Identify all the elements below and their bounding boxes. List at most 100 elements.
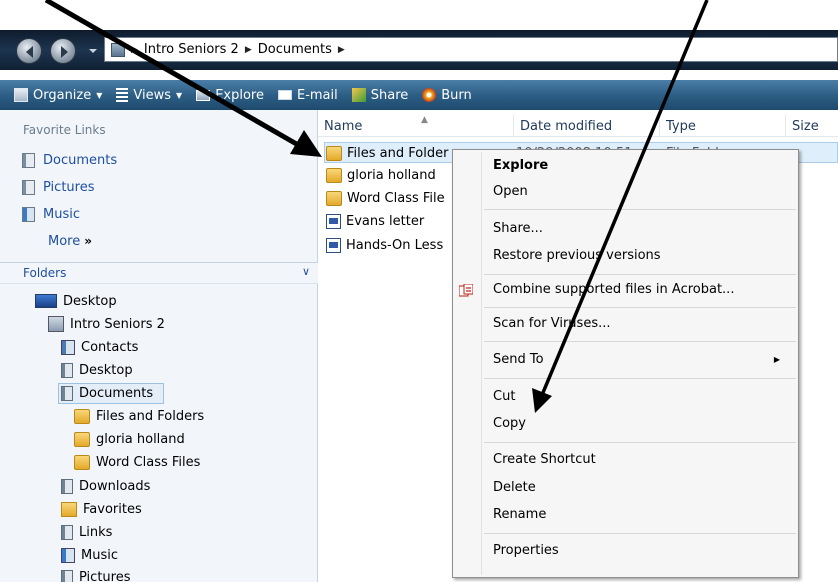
favorite-link-pictures[interactable]: Pictures <box>22 180 94 195</box>
tree-item-intro-seniors-2[interactable]: Intro Seniors 2 <box>48 314 165 334</box>
forward-button[interactable] <box>50 38 76 64</box>
menu-item-send-to[interactable]: Send To <box>493 352 544 367</box>
column-header-type[interactable]: Type <box>660 115 786 137</box>
tree-item-contacts[interactable]: Contacts <box>61 337 138 357</box>
favorite-links-title: Favorite Links <box>23 123 106 137</box>
address-area: ▶ Intro Seniors 2 ▶ Documents ▶ <box>0 0 838 80</box>
pictures-icon <box>22 180 35 195</box>
menu-separator <box>484 307 796 308</box>
column-header-date-modified[interactable]: Date modified <box>514 115 660 137</box>
tree-item-desktop-folder[interactable]: Desktop <box>61 360 133 380</box>
folder-icon <box>74 454 90 470</box>
email-button[interactable]: E-mail <box>277 88 338 103</box>
chevron-double-right-icon: » <box>84 234 92 248</box>
tree-item-gloria-holland[interactable]: gloria holland <box>74 429 185 449</box>
acrobat-icon <box>459 284 473 297</box>
file-row[interactable]: Word Class File <box>326 187 445 209</box>
computer-icon <box>111 42 125 57</box>
column-header-size[interactable]: Size <box>786 115 838 137</box>
menu-icon-gutter <box>481 152 482 575</box>
documents-icon <box>61 385 73 401</box>
menu-item-cut[interactable]: Cut <box>493 389 515 404</box>
sort-ascending-icon: ▲ <box>421 115 428 125</box>
history-dropdown-icon[interactable] <box>88 46 98 56</box>
tree-item-files-and-folders[interactable]: Files and Folders <box>74 406 204 426</box>
tree-item-pictures[interactable]: Pictures <box>61 567 130 582</box>
folders-header[interactable]: Folders ∨ <box>0 262 318 284</box>
file-row[interactable]: Files and Folder 10/29/2008 10:51 File F… <box>326 142 732 164</box>
email-icon <box>277 90 292 100</box>
menu-item-explore[interactable]: Explore <box>493 158 548 173</box>
folder-icon <box>74 431 90 447</box>
explore-icon <box>196 89 211 101</box>
tree-item-desktop[interactable]: Desktop <box>35 291 117 311</box>
burn-button[interactable]: Burn <box>422 88 472 103</box>
organize-button[interactable]: Organize ▼ <box>14 88 102 103</box>
explore-button[interactable]: Explore <box>196 88 264 103</box>
menu-item-properties[interactable]: Properties <box>493 543 559 558</box>
tree-item-downloads[interactable]: Downloads <box>61 476 150 496</box>
desktop-folder-icon <box>61 362 73 378</box>
documents-icon <box>22 153 35 168</box>
menu-item-share[interactable]: Share... <box>493 221 543 236</box>
back-button[interactable] <box>16 38 42 64</box>
folder-icon <box>326 190 342 206</box>
menu-item-combine-in-acrobat[interactable]: Combine supported files in Acrobat... <box>493 282 734 297</box>
folder-icon <box>326 167 342 183</box>
chevron-down-icon: ▼ <box>176 90 183 100</box>
breadcrumb-item[interactable]: Intro Seniors 2 <box>144 42 239 57</box>
menu-item-create-shortcut[interactable]: Create Shortcut <box>493 452 596 467</box>
menu-item-open[interactable]: Open <box>493 184 528 199</box>
music-icon <box>61 547 75 563</box>
favorites-icon <box>61 501 77 517</box>
burn-icon <box>422 88 437 102</box>
breadcrumb-separator-icon: ▶ <box>244 44 252 55</box>
menu-item-copy[interactable]: Copy <box>493 416 526 431</box>
menu-item-scan-for-viruses[interactable]: Scan for Viruses... <box>493 316 611 331</box>
address-bar: ▶ Intro Seniors 2 ▶ Documents ▶ <box>0 30 838 70</box>
menu-separator <box>484 442 796 443</box>
chevron-down-icon: ▼ <box>96 90 103 100</box>
command-toolbar: Organize ▼ Views ▼ Explore E-mail Share … <box>0 80 838 110</box>
menu-separator <box>484 533 796 534</box>
navigation-pane: Favorite Links Documents Pictures Music … <box>0 110 318 582</box>
tree-item-links[interactable]: Links <box>61 522 112 542</box>
menu-separator <box>484 378 796 379</box>
desktop-icon <box>35 294 57 308</box>
tree-item-music[interactable]: Music <box>61 545 118 565</box>
views-icon <box>116 88 129 102</box>
music-icon <box>22 207 35 222</box>
file-row[interactable]: gloria holland <box>326 164 436 186</box>
tree-item-favorites[interactable]: Favorites <box>61 499 142 519</box>
breadcrumb-item[interactable]: Documents <box>258 42 332 57</box>
more-links[interactable]: More» <box>48 234 92 249</box>
menu-item-rename[interactable]: Rename <box>493 507 546 522</box>
column-header-name[interactable]: Name ▲ <box>318 115 514 137</box>
word-doc-icon <box>326 237 341 253</box>
contacts-icon <box>61 339 75 355</box>
tree-item-documents[interactable]: Documents <box>61 383 153 403</box>
share-icon <box>351 88 366 102</box>
folder-icon <box>326 145 342 161</box>
file-row[interactable]: Hands-On Less <box>326 234 443 256</box>
share-button[interactable]: Share <box>351 88 408 103</box>
breadcrumb-separator-icon: ▶ <box>337 44 345 55</box>
favorite-link-documents[interactable]: Documents <box>22 153 117 168</box>
word-doc-icon <box>326 213 341 229</box>
menu-item-restore-previous-versions[interactable]: Restore previous versions <box>493 248 661 263</box>
tree-item-word-class-files[interactable]: Word Class Files <box>74 452 200 472</box>
address-box[interactable]: ▶ Intro Seniors 2 ▶ Documents ▶ <box>104 37 838 62</box>
organize-icon <box>14 88 28 102</box>
favorite-link-music[interactable]: Music <box>22 207 80 222</box>
menu-item-delete[interactable]: Delete <box>493 480 536 495</box>
file-row[interactable]: Evans letter <box>326 210 424 232</box>
forward-arrow-icon <box>61 46 68 58</box>
pictures-icon <box>61 569 73 582</box>
menu-separator <box>484 341 796 342</box>
breadcrumb-separator-icon: ▶ <box>131 44 138 55</box>
views-button[interactable]: Views ▼ <box>116 88 182 103</box>
downloads-icon <box>61 478 73 494</box>
links-icon <box>61 524 73 540</box>
submenu-arrow-icon: ▶ <box>773 355 780 364</box>
chevron-down-icon: ∨ <box>301 265 310 278</box>
